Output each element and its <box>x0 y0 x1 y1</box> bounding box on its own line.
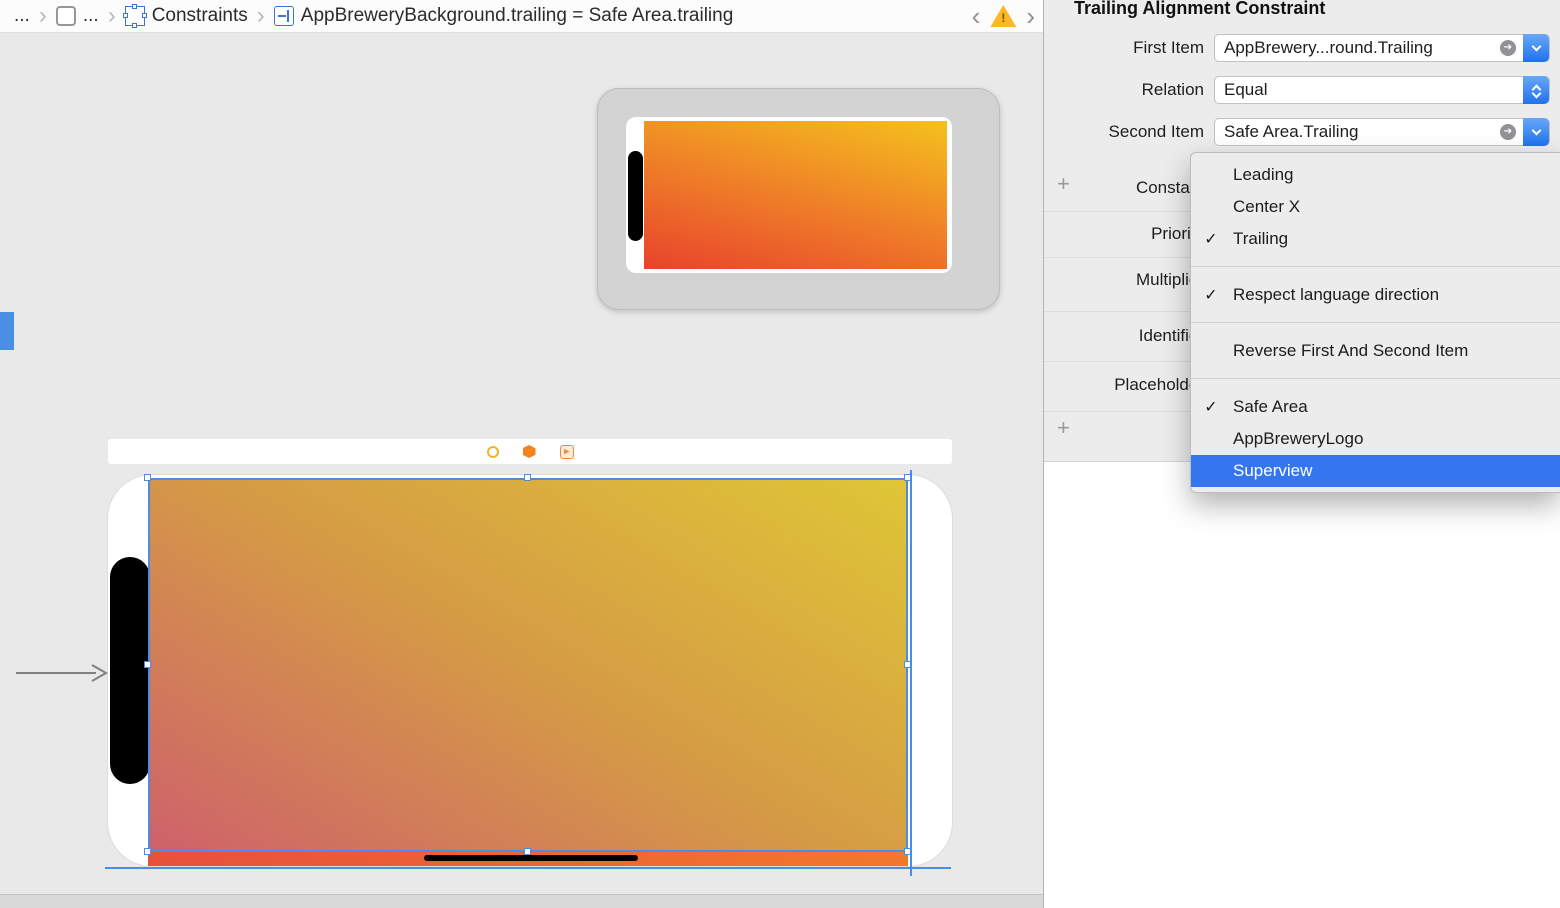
menu-item-reverse-first-and-second-item[interactable]: Reverse First And Second Item <box>1191 335 1560 367</box>
constant-label: Constant <box>1135 178 1204 197</box>
app-brewery-background-view[interactable] <box>148 478 908 852</box>
breadcrumb-item-constraint[interactable]: AppBreweryBackground.trailing = Safe Are… <box>301 5 734 27</box>
selection-handle[interactable] <box>524 474 531 481</box>
check-icon: ✓ <box>1204 231 1218 248</box>
multiplier-label: Multiplier <box>1135 270 1204 289</box>
selection-handle[interactable] <box>524 848 531 855</box>
menu-item-label: Respect language direction <box>1233 285 1440 304</box>
chevron-right-icon: › <box>107 2 116 29</box>
menu-item-superview[interactable]: Superview <box>1191 455 1560 487</box>
menu-separator <box>1191 255 1560 279</box>
first-item-value: AppBrewery...round.Trailing <box>1224 38 1433 57</box>
inspector-empty-area <box>1044 461 1560 908</box>
menu-item-respect-language-direction[interactable]: ✓ Respect language direction <box>1191 279 1560 311</box>
preview-notch <box>628 151 643 241</box>
chevron-right-icon: › <box>256 2 265 29</box>
selection-handle[interactable] <box>144 848 151 855</box>
trailing-guide-line <box>910 470 912 876</box>
menu-item-label: Superview <box>1233 461 1313 480</box>
iphone-canvas[interactable] <box>108 475 952 866</box>
breadcrumb-item-constraints[interactable]: Constraints <box>152 5 248 27</box>
menu-item-label: AppBreweryLogo <box>1233 429 1364 448</box>
menu-separator <box>1191 367 1560 391</box>
check-icon: ✓ <box>1204 399 1218 416</box>
second-item-dropdown-menu: Leading Center X ✓ Trailing ✓ Respect la… <box>1190 152 1560 493</box>
selection-handle[interactable] <box>904 848 911 855</box>
menu-item-label: Leading <box>1233 165 1294 184</box>
breadcrumb-item-document[interactable]: ... <box>14 5 30 27</box>
view-controller-icon[interactable] <box>486 445 499 458</box>
device-preview-thumbnail[interactable] <box>597 88 1000 310</box>
menu-item-label: Reverse First And Second Item <box>1233 341 1469 360</box>
view-controller-icon <box>55 6 76 26</box>
menu-item-center-x[interactable]: Center X <box>1191 191 1560 223</box>
navigate-arrow-icon[interactable]: ➔ <box>1500 124 1516 140</box>
canvas-bottom-bar <box>0 894 1043 908</box>
selection-handle[interactable] <box>144 661 151 668</box>
first-responder-icon[interactable] <box>522 445 536 458</box>
constraints-group-icon <box>122 4 147 28</box>
menu-item-label: Center X <box>1233 197 1301 216</box>
forward-arrow[interactable]: › <box>1026 1 1035 31</box>
bottom-guide-line <box>105 867 951 869</box>
menu-item-appbrewerylogo[interactable]: AppBreweryLogo <box>1191 423 1560 455</box>
first-item-popup[interactable]: AppBrewery...round.Trailing ➔ <box>1214 34 1550 62</box>
preview-gradient-screen <box>644 121 947 269</box>
menu-item-leading[interactable]: Leading <box>1191 159 1560 191</box>
plus-icon[interactable]: + <box>1057 417 1070 439</box>
menu-item-label: Safe Area <box>1233 397 1308 416</box>
second-item-value: Safe Area.Trailing <box>1224 122 1359 141</box>
back-arrow[interactable]: ‹ <box>972 1 981 31</box>
constraint-icon <box>273 6 294 26</box>
placeholder-label: Placeholder <box>1114 375 1204 394</box>
home-indicator <box>424 855 638 861</box>
device-notch <box>110 557 150 784</box>
relation-stepper-button[interactable] <box>1523 76 1549 104</box>
menu-item-safe-area[interactable]: ✓ Safe Area <box>1191 391 1560 423</box>
navigator-selection-tab[interactable] <box>0 312 14 350</box>
first-item-label: First Item <box>1133 38 1204 57</box>
identifier-label: Identifier <box>1138 326 1204 345</box>
menu-item-label: Trailing <box>1233 229 1289 248</box>
selection-handle[interactable] <box>904 474 911 481</box>
first-item-dropdown-button[interactable] <box>1523 34 1549 62</box>
relation-popup[interactable]: Equal <box>1214 76 1550 104</box>
jump-bar: ... › ... › Constraints › AppBreweryBack… <box>0 0 1043 33</box>
breadcrumb-item-view-controller[interactable]: ... <box>83 5 99 27</box>
selection-handle[interactable] <box>144 474 151 481</box>
second-item-label: Second Item <box>1108 122 1204 141</box>
menu-separator <box>1191 311 1560 335</box>
inspector-title: Trailing Alignment Constraint <box>1074 0 1326 18</box>
second-item-popup[interactable]: Safe Area.Trailing ➔ <box>1214 118 1550 146</box>
warning-exclamation: ! <box>1001 11 1006 25</box>
second-item-dropdown-button[interactable] <box>1523 118 1549 146</box>
chevron-right-icon: › <box>38 2 47 29</box>
relation-value: Equal <box>1224 80 1268 99</box>
warning-icon[interactable]: ! <box>990 5 1017 27</box>
view-controller-header-bar <box>108 439 952 464</box>
priority-label: Priority <box>1151 224 1204 243</box>
storyboard-entry-arrow[interactable] <box>16 662 108 684</box>
selection-handle[interactable] <box>904 661 911 668</box>
navigate-arrow-icon[interactable]: ➔ <box>1500 40 1516 56</box>
menu-item-trailing[interactable]: ✓ Trailing <box>1191 223 1560 255</box>
check-icon: ✓ <box>1204 287 1218 304</box>
exit-icon[interactable] <box>559 444 574 459</box>
relation-label: Relation <box>1141 80 1204 99</box>
